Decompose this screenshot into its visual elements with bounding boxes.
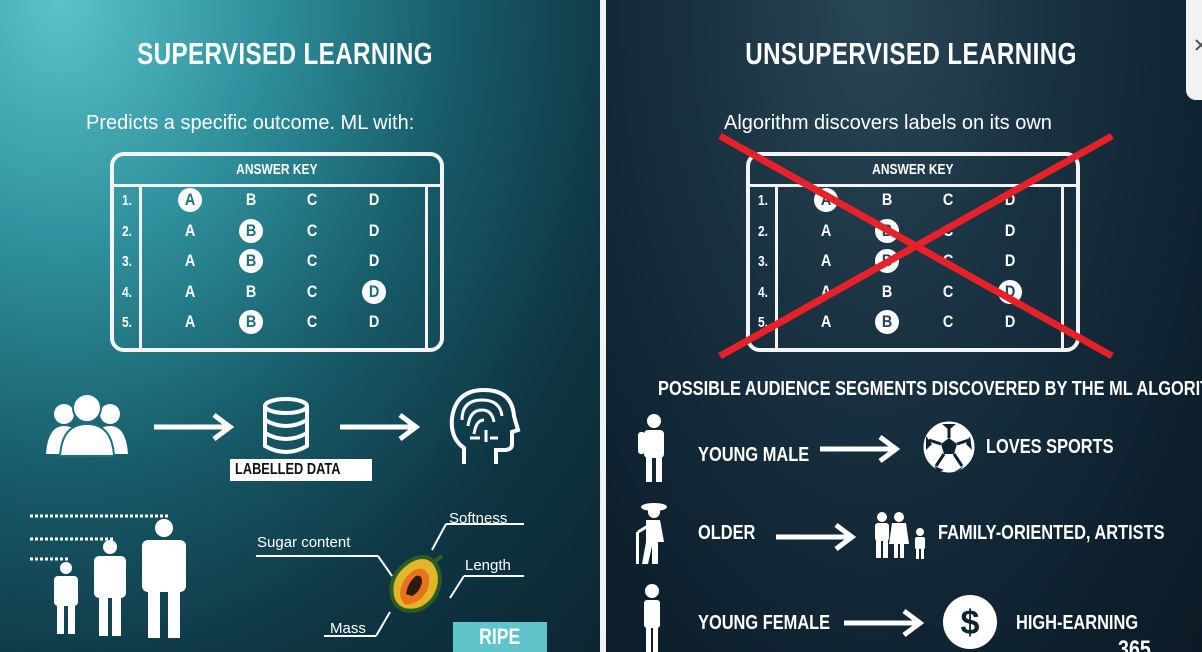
young-female-icon: [644, 584, 660, 652]
supervised-panel: SUPERVISED LEARNING Predicts a specific …: [0, 0, 600, 652]
length-label: Length: [465, 557, 511, 574]
ai-head-icon: [449, 387, 521, 464]
answer-option: C: [306, 190, 318, 209]
brand-logo: 365: [1118, 636, 1151, 652]
answer-key-divider-right: [425, 184, 428, 348]
answer-option: D: [368, 220, 380, 240]
answer-option: C: [306, 312, 318, 331]
older-person-icon: [636, 503, 667, 564]
close-icon[interactable]: [1194, 38, 1202, 52]
answer-option: B: [245, 190, 257, 209]
family-icon: [875, 512, 925, 559]
answer-key-divider-left: [139, 184, 142, 348]
answer-key-row-number: 2.: [121, 222, 132, 240]
segment-result-high-earning: HIGH-EARNING: [1016, 612, 1139, 634]
ripe-badge: RIPE: [453, 622, 547, 652]
answer-option-selected: D: [362, 279, 386, 304]
segment-result-family-oriented: FAMILY-ORIENTED, ARTISTS: [938, 522, 1165, 544]
answer-option: C: [306, 251, 318, 270]
answer-key-header: ANSWER KEY: [114, 156, 440, 187]
segment-result-loves-sports: LOVES SPORTS: [986, 436, 1114, 458]
answer-key-row-number: 4.: [121, 283, 132, 301]
softness-label: Softness: [449, 510, 508, 527]
answer-option: D: [368, 190, 380, 209]
segment-label-older: OLDER: [698, 522, 756, 544]
supervised-title: SUPERVISED LEARNING: [137, 36, 433, 71]
sugar-content-label: Sugar content: [257, 534, 351, 551]
answer-option-selected: B: [239, 249, 263, 273]
unsupervised-panel: UNSUPERVISED LEARNING Algorithm discover…: [606, 0, 1202, 652]
dollar-icon: $: [943, 595, 997, 649]
red-cross-icon: [718, 132, 1114, 360]
answer-option: A: [184, 251, 196, 270]
answer-option: A: [184, 312, 196, 331]
answer-option: C: [306, 281, 318, 301]
answer-option: A: [184, 281, 196, 301]
answer-key-row-number: 5.: [121, 314, 132, 331]
labelled-data-label: LABELLED DATA: [230, 459, 372, 481]
unsupervised-title: UNSUPERVISED LEARNING: [745, 36, 1077, 71]
arrow-right-icon: [820, 435, 901, 463]
segments-title: POSSIBLE AUDIENCE SEGMENTS DISCOVERED BY…: [658, 378, 1202, 400]
answer-option: D: [368, 312, 380, 331]
segment-label-young-male: YOUNG MALE: [698, 444, 810, 466]
mass-label: Mass: [330, 620, 366, 637]
arrow-right-icon: [340, 413, 421, 441]
answer-option-selected: B: [239, 310, 263, 334]
young-male-icon: [638, 414, 664, 482]
people-group-icon: [46, 393, 128, 457]
svg-text:$: $: [961, 604, 980, 642]
answer-option: B: [245, 281, 257, 301]
arrow-right-icon: [844, 609, 925, 637]
supervised-subtitle: Predicts a specific outcome. ML with:: [86, 112, 415, 134]
arrow-right-icon: [776, 523, 857, 551]
people-heights-icon: [54, 519, 186, 638]
answer-option: D: [368, 251, 380, 270]
soccer-ball-icon: [923, 421, 975, 473]
answer-option-selected: B: [239, 218, 263, 243]
answer-option-selected: A: [178, 188, 202, 212]
close-tab[interactable]: [1186, 0, 1202, 100]
answer-key-title: ANSWER KEY: [236, 161, 318, 178]
answer-key-row-number: 3.: [121, 253, 132, 270]
answer-option: A: [184, 220, 196, 240]
segment-label-young-female: YOUNG FEMALE: [698, 612, 831, 634]
answer-key-table: ANSWER KEY 1. A B C D 2. A B C D 3. A B C D 4. A B C D 5. A B C…: [110, 152, 444, 352]
database-icon: [263, 397, 309, 454]
arrow-right-icon: [154, 413, 235, 441]
answer-option: C: [306, 220, 318, 240]
answer-key-row-number: 1.: [121, 192, 132, 209]
